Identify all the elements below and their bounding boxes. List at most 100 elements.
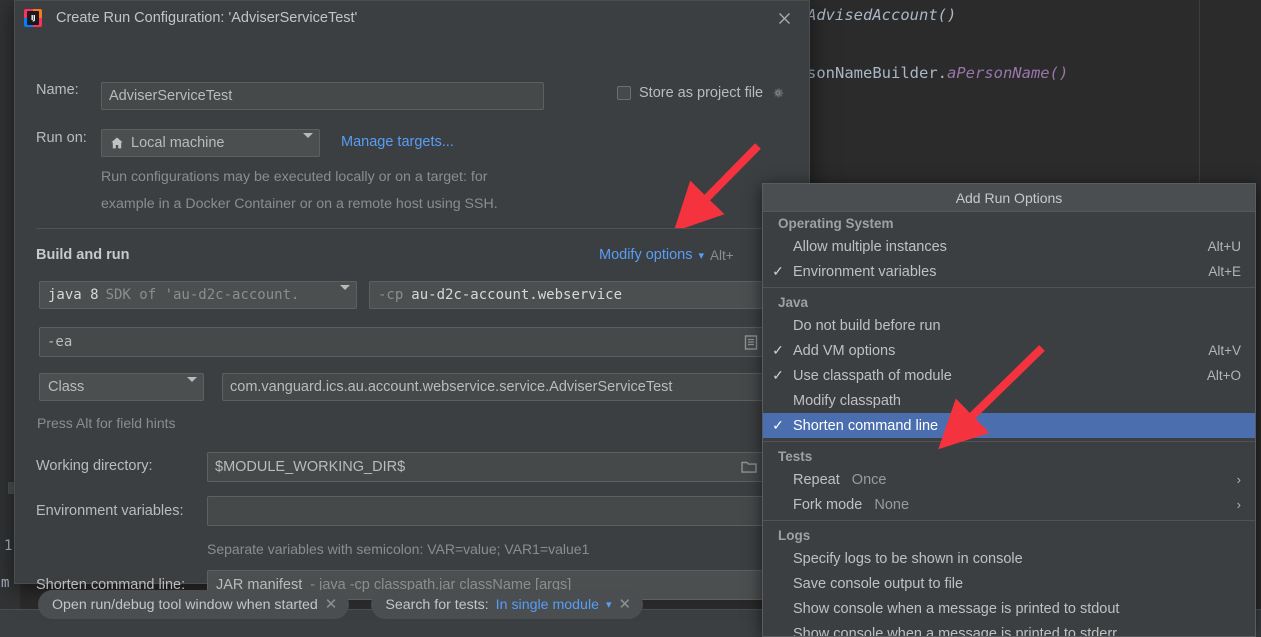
menu-item-label: Allow multiple instances: [793, 238, 947, 255]
popup-group-title-tests: Tests: [778, 449, 813, 464]
classpath-module-value: au-d2c-account.webservice: [411, 287, 623, 303]
dialog-title-bar: IJ Create Run Configuration: 'AdviserSer…: [15, 1, 809, 34]
chip-open-run-debug-tool-window[interactable]: Open run/debug tool window when started …: [38, 590, 350, 619]
vm-options-input[interactable]: -ea: [39, 327, 789, 357]
working-directory-label: Working directory:: [36, 458, 153, 474]
run-on-label: Run on:: [36, 130, 87, 146]
name-input[interactable]: AdviserServiceTest: [101, 82, 544, 110]
modify-options-link[interactable]: Modify options: [599, 247, 693, 263]
chevron-down-icon[interactable]: [332, 285, 350, 300]
chip-search-for-tests[interactable]: Search for tests: In single module ▾ ✕: [371, 590, 644, 619]
chevron-down-icon[interactable]: [295, 133, 313, 148]
intellij-logo-icon: IJ: [24, 8, 42, 27]
working-directory-input[interactable]: $MODULE_WORKING_DIR$: [207, 452, 789, 482]
menu-item-shortcut: Alt+O: [1206, 368, 1241, 383]
check-icon: ✓: [772, 367, 784, 383]
store-as-project-file-label: Store as project file: [639, 85, 764, 101]
menu-item-label: Do not build before run: [793, 317, 941, 334]
menu-item-modify-classpath[interactable]: Modify classpath: [763, 388, 1255, 413]
menu-item-label: Modify classpath: [793, 392, 901, 409]
test-class-input[interactable]: com.vanguard.ics.au.account.webservice.s…: [222, 373, 789, 401]
menu-item-allow-multiple-instances[interactable]: Allow multiple instances Alt+U: [763, 234, 1255, 259]
menu-item-show-console-stderr[interactable]: Show console when a message is printed t…: [763, 621, 1255, 637]
environment-variables-hint: Separate variables with semicolon: VAR=v…: [207, 541, 590, 557]
test-kind-value: Class: [48, 379, 85, 395]
run-on-combo[interactable]: Local machine: [101, 129, 320, 157]
menu-item-shortcut: Alt+V: [1208, 343, 1241, 358]
menu-item-label: Show console when a message is printed t…: [793, 600, 1120, 617]
popup-separator: [763, 287, 1255, 288]
popup-separator: [763, 520, 1255, 521]
classpath-module-combo[interactable]: -cp au-d2c-account.webservice: [369, 281, 789, 309]
chip-value[interactable]: In single module: [496, 597, 599, 613]
name-row: Name:: [36, 82, 100, 98]
background-text-fragment: 1: [4, 538, 13, 554]
close-icon[interactable]: ✕: [619, 597, 632, 612]
gear-icon[interactable]: [771, 86, 785, 100]
menu-item-save-console-output[interactable]: Save console output to file: [763, 571, 1255, 596]
document-icon[interactable]: [744, 334, 758, 350]
menu-item-label: Fork mode: [793, 496, 863, 513]
menu-item-environment-variables[interactable]: ✓ Environment variables Alt+E: [763, 259, 1255, 284]
chip-label: Open run/debug tool window when started: [52, 596, 318, 613]
modify-options-row[interactable]: Modify options ▾ Alt+: [599, 247, 734, 263]
check-icon: ✓: [772, 342, 784, 358]
chevron-down-icon[interactable]: ▾: [606, 598, 612, 611]
menu-item-value: None: [874, 496, 910, 513]
close-icon[interactable]: ✕: [325, 597, 338, 612]
vm-options-value: -ea: [47, 334, 73, 350]
environment-variables-input[interactable]: [207, 496, 789, 526]
chip-label: Search for tests:: [385, 596, 489, 613]
menu-item-label: Environment variables: [793, 263, 937, 280]
run-on-hint-line-1: Run configurations may be executed local…: [101, 169, 488, 185]
folder-icon[interactable]: [741, 460, 757, 474]
code-line: AdvisedAccount(): [807, 6, 957, 24]
run-on-value: Local machine: [131, 135, 225, 151]
menu-item-shortcut: Alt+E: [1208, 264, 1241, 279]
menu-item-specify-logs[interactable]: Specify logs to be shown in console: [763, 546, 1255, 571]
jdk-combo[interactable]: java 8 SDK of 'au-d2c-account.: [39, 281, 357, 309]
test-kind-combo[interactable]: Class: [39, 373, 204, 401]
manage-targets-link[interactable]: Manage targets...: [341, 134, 454, 150]
run-on-row: Run on:: [36, 130, 100, 146]
menu-item-fork-mode[interactable]: Fork mode None ›: [763, 492, 1255, 517]
jdk-value-secondary: SDK of 'au-d2c-account.: [105, 287, 300, 303]
menu-item-shortcut: Alt+U: [1207, 239, 1241, 254]
home-icon: [111, 137, 123, 149]
classpath-prefix: -cp: [378, 287, 404, 303]
menu-item-label: Add VM options: [793, 342, 896, 359]
add-run-options-popup: Add Run Options Operating System Allow m…: [762, 183, 1256, 637]
menu-item-label: Show console when a message is printed t…: [793, 625, 1118, 637]
background-text-fragment: m: [1, 575, 10, 591]
option-chips: Open run/debug tool window when started …: [38, 590, 644, 619]
popup-title: Add Run Options: [763, 184, 1255, 212]
store-as-project-file-checkbox[interactable]: [617, 86, 631, 100]
menu-item-label: Use classpath of module: [793, 367, 952, 384]
section-divider: [36, 228, 789, 229]
chevron-right-icon[interactable]: ›: [1237, 472, 1241, 487]
working-directory-value: $MODULE_WORKING_DIR$: [215, 459, 406, 475]
chevron-down-icon[interactable]: ▾: [699, 249, 705, 262]
menu-item-show-console-stdout[interactable]: Show console when a message is printed t…: [763, 596, 1255, 621]
popup-separator: [763, 441, 1255, 442]
build-and-run-title: Build and run: [36, 247, 130, 263]
test-class-value: com.vanguard.ics.au.account.webservice.s…: [230, 379, 673, 395]
menu-item-use-classpath-of-module[interactable]: ✓ Use classpath of module Alt+O: [763, 363, 1255, 388]
menu-item-label: Specify logs to be shown in console: [793, 550, 1023, 567]
popup-group-title-operating-system: Operating System: [778, 216, 894, 231]
create-run-configuration-dialog: IJ Create Run Configuration: 'AdviserSer…: [14, 0, 810, 600]
store-as-project-file-row[interactable]: Store as project file: [617, 85, 785, 101]
menu-item-add-vm-options[interactable]: ✓ Add VM options Alt+V: [763, 338, 1255, 363]
jdk-value-primary: java 8: [48, 287, 99, 303]
run-on-hint-line-2: example in a Docker Container or on a re…: [101, 196, 498, 212]
close-icon[interactable]: [773, 7, 795, 29]
menu-item-do-not-build-before-run[interactable]: Do not build before run: [763, 313, 1255, 338]
chevron-down-icon[interactable]: [179, 377, 197, 392]
popup-group-title-java: Java: [778, 295, 809, 310]
menu-item-repeat[interactable]: Repeat Once ›: [763, 467, 1255, 492]
check-icon: ✓: [772, 417, 784, 433]
menu-item-label: Save console output to file: [793, 575, 964, 592]
chevron-right-icon[interactable]: ›: [1237, 497, 1241, 512]
modify-options-shortcut: Alt+: [710, 247, 734, 263]
shorten-command-line-menu-item[interactable]: ✓ Shorten command line: [763, 413, 1255, 438]
